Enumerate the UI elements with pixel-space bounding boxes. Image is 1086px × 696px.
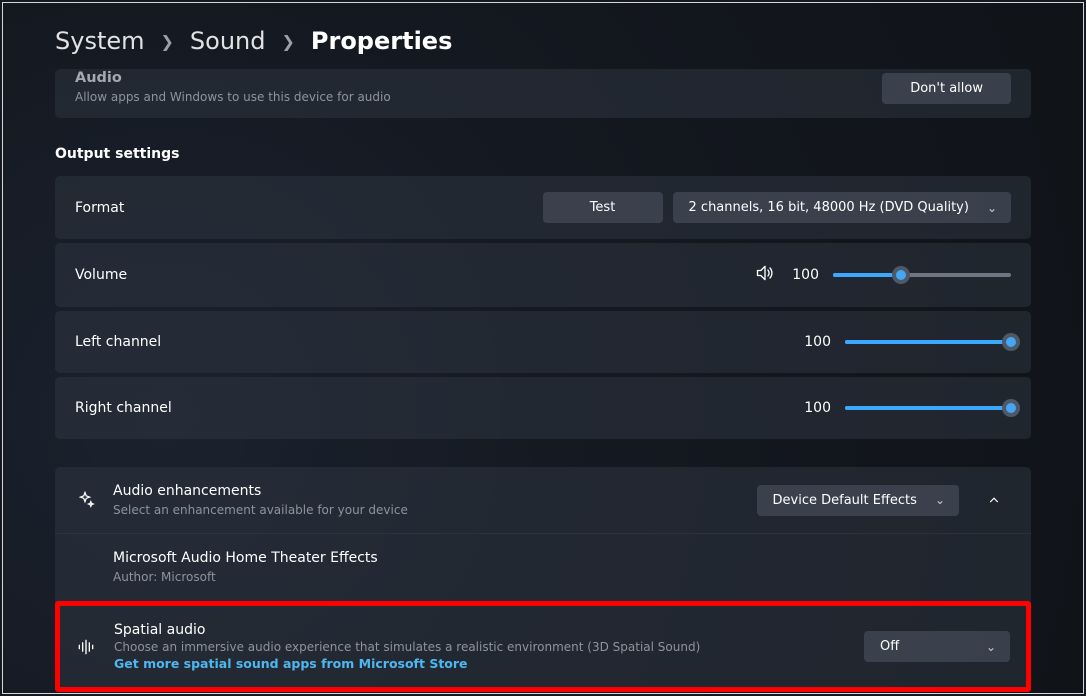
chevron-right-icon: ❯ [161,32,174,51]
general-audio-subtitle: Allow apps and Windows to use this devic… [75,90,391,104]
enhancements-dropdown-value: Device Default Effects [773,493,917,508]
chevron-down-icon: ⌄ [935,493,945,507]
volume-value: 100 [789,267,819,283]
breadcrumb-properties: Properties [311,27,452,55]
sparkle-icon [75,490,95,510]
highlight-spatial-audio: Spatial audio Choose an immersive audio … [55,601,1031,692]
volume-card: Volume 100 [55,243,1031,307]
settings-page: System ❯ Sound ❯ Properties Audio Allow … [2,2,1084,694]
speaker-icon[interactable] [755,263,775,287]
right-channel-slider[interactable] [845,397,1011,419]
right-channel-value: 100 [801,400,831,416]
dont-allow-button[interactable]: Don't allow [882,73,1011,104]
format-dropdown[interactable]: 2 channels, 16 bit, 48000 Hz (DVD Qualit… [673,192,1011,223]
volume-slider[interactable] [833,264,1011,286]
spatial-audio-icon [76,637,96,657]
volume-label: Volume [75,267,127,283]
format-card: Format Test 2 channels, 16 bit, 48000 Hz… [55,176,1031,239]
left-channel-card: Left channel 100 [55,311,1031,373]
format-label: Format [75,200,124,216]
collapse-button[interactable] [977,483,1011,517]
enhancement-item-row[interactable]: Microsoft Audio Home Theater Effects Aut… [55,534,1031,600]
audio-enhancements-subtitle: Select an enhancement available for your… [113,503,408,517]
spatial-audio-title: Spatial audio [114,622,700,638]
breadcrumb: System ❯ Sound ❯ Properties [55,27,1031,55]
spatial-audio-dropdown-value: Off [880,639,899,654]
enhancements-dropdown[interactable]: Device Default Effects ⌄ [757,485,959,516]
audio-enhancements-title: Audio enhancements [113,483,408,499]
spatial-audio-subtitle: Choose an immersive audio experience tha… [114,640,700,654]
output-settings-heading: Output settings [55,146,1031,162]
chevron-down-icon: ⌄ [986,640,996,654]
format-dropdown-value: 2 channels, 16 bit, 48000 Hz (DVD Qualit… [689,200,969,215]
right-channel-card: Right channel 100 [55,377,1031,439]
left-channel-label: Left channel [75,334,161,350]
chevron-right-icon: ❯ [281,32,294,51]
left-channel-slider[interactable] [845,331,1011,353]
breadcrumb-sound[interactable]: Sound [190,27,266,55]
enhancements-spatial-card: Audio enhancements Select an enhancement… [55,467,1031,692]
spatial-audio-dropdown[interactable]: Off ⌄ [864,631,1010,662]
enhancement-item-author: Author: Microsoft [113,570,378,584]
chevron-down-icon: ⌄ [987,201,997,215]
general-audio-card: Audio Allow apps and Windows to use this… [55,69,1031,118]
enhancement-item-title: Microsoft Audio Home Theater Effects [113,550,378,566]
left-channel-value: 100 [801,334,831,350]
output-settings-group: Format Test 2 channels, 16 bit, 48000 Hz… [55,176,1031,439]
general-audio-title: Audio [75,70,391,86]
right-channel-label: Right channel [75,400,172,416]
spatial-audio-store-link[interactable]: Get more spatial sound apps from Microso… [114,656,700,671]
format-test-button[interactable]: Test [543,192,663,223]
breadcrumb-system[interactable]: System [55,27,145,55]
audio-enhancements-row: Audio enhancements Select an enhancement… [55,467,1031,533]
